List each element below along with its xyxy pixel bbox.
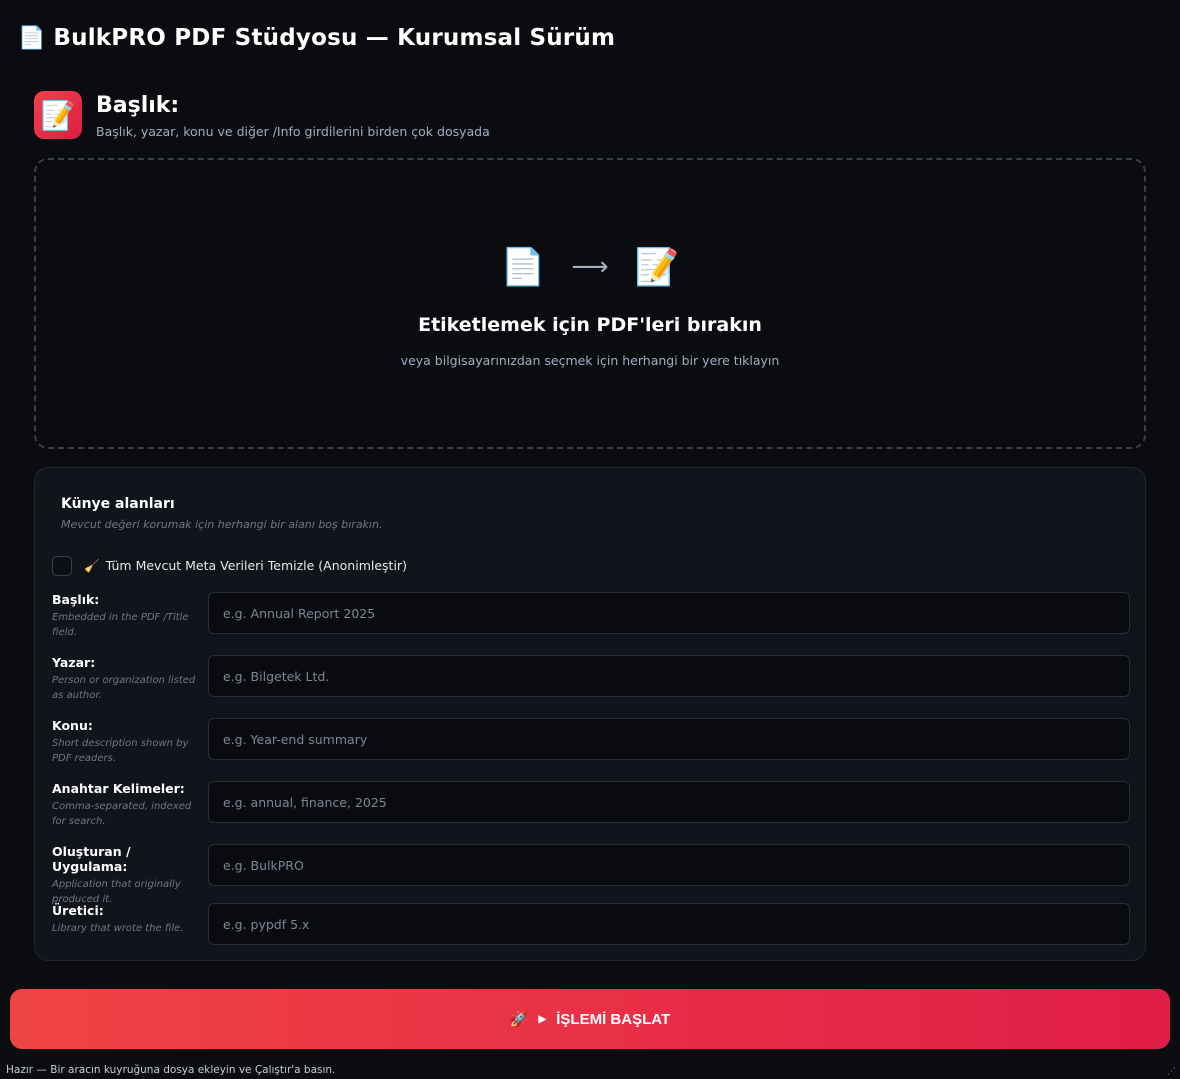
anonymize-option[interactable]: 🧹 Tüm Mevcut Meta Verileri Temizle (Anoni… bbox=[52, 556, 407, 576]
panel-title: Künye alanları bbox=[61, 496, 175, 512]
document-icon: 📄 bbox=[18, 25, 46, 51]
field-label-block: Yazar: Person or organization listed as … bbox=[52, 655, 202, 703]
rocket-icon: 🚀 bbox=[509, 1011, 529, 1028]
field-label-block: Üretici: Library that wrote the file. bbox=[52, 903, 202, 936]
memo-pencil-icon: 📝 bbox=[634, 247, 680, 288]
arrow-right-icon: ⟶ bbox=[571, 252, 609, 282]
document-icon: 📄 bbox=[500, 247, 546, 288]
status-text: Hazır — Bir aracın kuyruğuna dosya ekley… bbox=[6, 1064, 336, 1076]
field-description: Comma-separated, indexed for search. bbox=[52, 801, 192, 827]
status-bar: Hazır — Bir aracın kuyruğuna dosya ekley… bbox=[0, 1061, 1180, 1079]
dropzone-icons: 📄 ⟶ 📝 bbox=[36, 246, 1144, 288]
field-label-block: Oluşturan / Uygulama: Application that o… bbox=[52, 844, 202, 907]
tool-subtitle: Başlık, yazar, konu ve diğer /Info girdi… bbox=[96, 124, 490, 139]
app-titlebar: 📄 BulkPRO PDF Stüdyosu — Kurumsal Sürüm bbox=[0, 0, 1180, 76]
field-label-block: Başlık: Embedded in the PDF /Title field… bbox=[52, 592, 202, 640]
field-description: Embedded in the PDF /Title field. bbox=[52, 612, 189, 638]
field-description: Library that wrote the file. bbox=[52, 923, 184, 934]
subject-input[interactable] bbox=[208, 718, 1130, 760]
field-row-creator: Oluşturan / Uygulama: Application that o… bbox=[52, 844, 1130, 905]
field-label: Konu: bbox=[52, 718, 93, 733]
start-process-label: İŞLEMİ BAŞLAT bbox=[556, 1010, 671, 1028]
field-label: Oluşturan / Uygulama: bbox=[52, 844, 131, 874]
tool-header: 📝 Başlık: Başlık, yazar, konu ve diğer /… bbox=[34, 91, 490, 139]
field-row-title: Başlık: Embedded in the PDF /Title field… bbox=[52, 592, 1130, 638]
start-process-button[interactable]: 🚀 ▶ İŞLEMİ BAŞLAT bbox=[10, 989, 1170, 1049]
field-row-subject: Konu: Short description shown by PDF rea… bbox=[52, 718, 1130, 764]
field-label: Başlık: bbox=[52, 592, 100, 607]
keywords-input[interactable] bbox=[208, 781, 1130, 823]
dropzone-title: Etiketlemek için PDF'leri bırakın bbox=[418, 314, 762, 336]
metadata-fields-panel: Künye alanları Mevcut değeri korumak içi… bbox=[34, 467, 1146, 961]
title-input[interactable] bbox=[208, 592, 1130, 634]
broom-icon: 🧹 bbox=[84, 558, 100, 573]
tool-title: Başlık: bbox=[96, 93, 180, 118]
anonymize-label: Tüm Mevcut Meta Verileri Temizle (Anonim… bbox=[105, 558, 407, 573]
dropzone-subtitle: veya bilgisayarınızdan seçmek için herha… bbox=[400, 353, 780, 368]
memo-pencil-icon: 📝 bbox=[34, 91, 82, 139]
field-label: Üretici: bbox=[52, 903, 104, 918]
pdf-dropzone[interactable]: 📄 ⟶ 📝 Etiketlemek için PDF'leri bırakın … bbox=[34, 158, 1146, 449]
field-label: Anahtar Kelimeler: bbox=[52, 781, 185, 796]
author-input[interactable] bbox=[208, 655, 1130, 697]
field-row-keywords: Anahtar Kelimeler: Comma-separated, inde… bbox=[52, 781, 1130, 827]
field-description: Person or organization listed as author. bbox=[52, 675, 196, 701]
anonymize-checkbox[interactable] bbox=[52, 556, 72, 576]
field-label-block: Konu: Short description shown by PDF rea… bbox=[52, 718, 202, 766]
play-icon: ▶ bbox=[538, 1013, 547, 1025]
app-title: BulkPRO PDF Stüdyosu — Kurumsal Sürüm bbox=[53, 25, 616, 51]
field-description: Short description shown by PDF readers. bbox=[52, 738, 189, 764]
creator-input[interactable] bbox=[208, 844, 1130, 886]
resize-grip-icon[interactable]: ⋰ bbox=[1167, 1067, 1176, 1077]
panel-hint: Mevcut değeri korumak için herhangi bir … bbox=[61, 518, 383, 531]
tool-header-text: Başlık: Başlık, yazar, konu ve diğer /In… bbox=[96, 91, 490, 139]
field-row-producer: Üretici: Library that wrote the file. bbox=[52, 903, 1130, 945]
field-row-author: Yazar: Person or organization listed as … bbox=[52, 655, 1130, 701]
field-label-block: Anahtar Kelimeler: Comma-separated, inde… bbox=[52, 781, 202, 829]
field-label: Yazar: bbox=[52, 655, 96, 670]
anonymize-label-wrap: 🧹 Tüm Mevcut Meta Verileri Temizle (Anoni… bbox=[84, 558, 407, 574]
producer-input[interactable] bbox=[208, 903, 1130, 945]
